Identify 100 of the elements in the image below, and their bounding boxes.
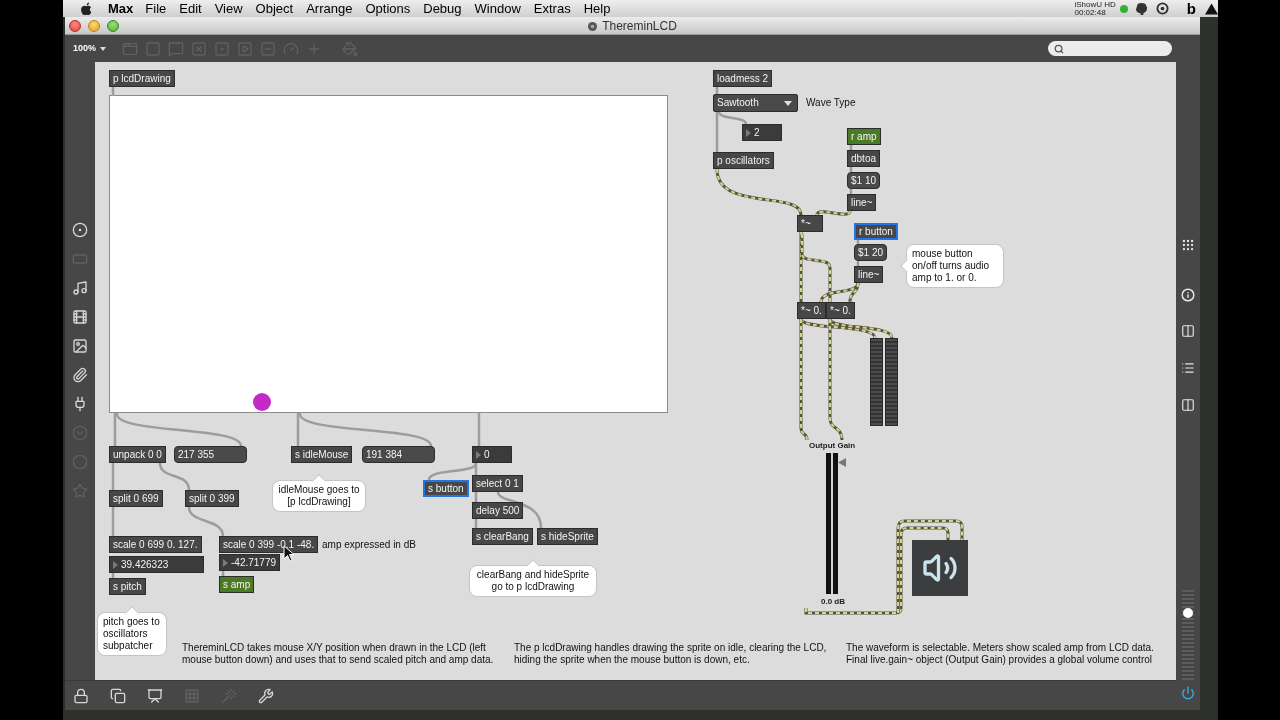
menu-item[interactable]: Options: [365, 0, 411, 19]
patcher-object: s pitch: [109, 578, 146, 595]
zoom-menu[interactable]: 100%: [73, 41, 117, 56]
number-arrow-icon: [476, 450, 481, 459]
message-object[interactable]: $1 10: [847, 172, 881, 189]
recorder-time: 00:02:48: [1074, 8, 1107, 17]
comment-text: amp expressed in dB: [322, 539, 416, 551]
patch-cord: [111, 461, 115, 492]
gain-label: Output Gain: [809, 441, 856, 451]
number-arrow-icon: [746, 128, 751, 137]
caret-icon: [784, 100, 792, 106]
list-icon[interactable]: [1181, 361, 1195, 375]
info-icon[interactable]: [1181, 288, 1195, 302]
power-icon[interactable]: [1181, 686, 1195, 700]
patcher-object: s clearBang: [472, 528, 533, 545]
search-field[interactable]: [1048, 41, 1172, 56]
number-arrow-icon: [113, 560, 118, 569]
number-object[interactable]: 2: [742, 124, 782, 141]
patcher-object: *~ 0.: [826, 302, 855, 319]
menu-item[interactable]: View: [214, 0, 243, 19]
film-icon[interactable]: [72, 309, 88, 325]
paperclip-icon[interactable]: [72, 367, 88, 383]
triangle-icon[interactable]: [1205, 2, 1218, 15]
menu-item[interactable]: Edit: [179, 0, 202, 19]
menu-item[interactable]: Help: [583, 0, 611, 19]
comment-text: The p lcdDrawing handles drawing the sprite on idle, clearing the LCD, hiding the sprite when the mouse button is down, etc.: [514, 642, 828, 666]
patcher-object: delay 500: [472, 502, 524, 519]
patcher-object: s idleMouse: [291, 446, 353, 463]
patcher-object: select 0 1: [472, 475, 523, 492]
window-title: ThereminLCD: [602, 18, 677, 35]
patch-cord: [111, 85, 115, 97]
patcher-object: s amp: [219, 576, 255, 593]
patch-cord: [111, 505, 115, 538]
patcher-object: unpack 0 0: [109, 446, 166, 463]
menu-item[interactable]: Arrange: [306, 0, 353, 19]
patcher-object: line~: [847, 194, 877, 211]
recorder-name: iShowU HD: [1074, 0, 1116, 9]
patcher-object: *~: [797, 215, 823, 232]
ring-icon[interactable]: [1155, 2, 1169, 15]
comment-text: ThereminLCD takes mouse X/Y position when drawn in the LCD (left mouse button down) and uses that to send scaled pitch and amp data.: [182, 642, 494, 666]
message-object[interactable]: 217 355: [174, 446, 247, 463]
patcher-object: dbtoa: [847, 150, 881, 167]
patcher-object: scale 0 399 -0.1 -48.: [219, 536, 319, 553]
menu-item[interactable]: Window: [474, 0, 521, 19]
number-arrow-icon: [223, 558, 228, 567]
comment-text: The waveform is selectable. Meters show scaled amp from LCD data. Final live.gain~ object (Output Gain) provides a global volume control: [846, 642, 1155, 666]
number-object[interactable]: 0: [472, 446, 512, 463]
dropdown-menu[interactable]: Sawtooth: [713, 94, 798, 112]
patcher-object: s hideSprite: [537, 528, 598, 545]
patcher-object: s button: [423, 480, 469, 497]
columns-icon[interactable]: [1181, 324, 1195, 338]
search-icon: [1054, 43, 1064, 54]
patch-cord: [158, 461, 191, 492]
app-menu[interactable]: Max: [108, 0, 134, 19]
gain-reading: 0.0 dB: [821, 597, 845, 607]
patcher-object: split 0 399: [185, 490, 239, 507]
menu-item[interactable]: Object: [255, 0, 294, 19]
slider-thumb[interactable]: [838, 458, 846, 467]
wrench-icon[interactable]: [258, 687, 274, 704]
number-object[interactable]: -42.71779: [219, 554, 281, 571]
menu-item[interactable]: File: [145, 0, 167, 19]
patcher-object: loadmess 2: [713, 70, 773, 87]
disc-icon: [588, 21, 598, 31]
slider-thumb[interactable]: [1183, 608, 1193, 618]
comment-text: Wave Type: [806, 97, 856, 109]
patcher-object: p lcdDrawing: [109, 70, 175, 87]
grid-dots-icon[interactable]: [1181, 238, 1195, 252]
patcher-object: scale 0 699 0. 127.: [109, 536, 202, 553]
signal-cord: [815, 210, 852, 216]
dot-icon: [253, 393, 271, 411]
gain-slider[interactable]: [826, 453, 846, 594]
message-object[interactable]: 191 384: [362, 446, 435, 463]
message-object[interactable]: $1 20: [854, 244, 888, 261]
columns-icon[interactable]: [1181, 398, 1195, 412]
close-button[interactable]: [69, 20, 81, 32]
music-note-icon[interactable]: [72, 280, 88, 296]
patcher-object: r amp: [847, 128, 881, 145]
status-dot-icon: [1119, 4, 1128, 13]
presentation-icon[interactable]: [147, 687, 163, 704]
patcher-object: *~ 0.: [797, 302, 826, 319]
plug-icon[interactable]: [72, 396, 88, 412]
speaker-button[interactable]: [912, 540, 968, 596]
patch-cord: [187, 505, 225, 538]
image-icon[interactable]: [72, 338, 88, 354]
apple-logo-icon[interactable]: [80, 1, 93, 16]
patch-cord: [477, 412, 481, 448]
patcher-object: line~: [854, 266, 884, 283]
caret-icon: [100, 46, 107, 51]
menu-item[interactable]: Extras: [533, 0, 571, 19]
app-status-glyph[interactable]: b: [1186, 1, 1196, 16]
patcher-object: p oscillators: [713, 152, 774, 169]
blob-icon[interactable]: [1134, 2, 1148, 15]
patcher-object: split 0 699: [109, 490, 163, 507]
stacked-windows-icon[interactable]: [110, 687, 126, 704]
circle-dot-icon[interactable]: [72, 222, 88, 238]
number-object[interactable]: 39.426323: [109, 556, 204, 573]
volume-slider[interactable]: [1182, 590, 1194, 680]
maximize-button[interactable]: [107, 20, 119, 32]
menu-item[interactable]: Debug: [423, 0, 462, 19]
lock-icon[interactable]: [73, 687, 89, 704]
